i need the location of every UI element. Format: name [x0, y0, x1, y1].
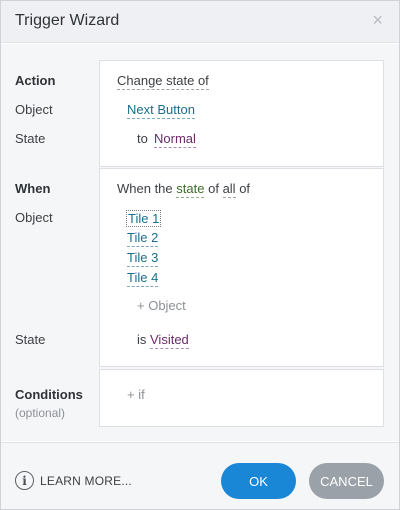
conditions-panel: + if	[99, 369, 384, 427]
action-state-value[interactable]: Normal	[154, 131, 196, 148]
when-quantifier[interactable]: all	[222, 181, 236, 198]
action-dropdown[interactable]: Change state of	[117, 73, 209, 90]
when-panel: When the state of all of Tile 1 Tile 2 T…	[99, 168, 384, 367]
when-middle: of	[208, 181, 219, 196]
action-object-link[interactable]: Next Button	[127, 102, 195, 119]
object-item-tile-3[interactable]: Tile 3	[127, 250, 159, 267]
learn-more-link[interactable]: i LEARN MORE...	[15, 471, 132, 490]
when-sentence: When the state of all of	[117, 181, 251, 198]
when-keyword-state[interactable]: state	[176, 181, 205, 198]
cancel-button[interactable]: CANCEL	[309, 463, 384, 499]
add-object-button[interactable]: + Object	[137, 298, 186, 313]
trigger-wizard-dialog: Trigger Wizard × Action Object State Whe…	[0, 0, 400, 510]
ok-button[interactable]: OK	[221, 463, 296, 499]
when-prefix: When the	[117, 181, 173, 196]
when-state-value[interactable]: Visited	[150, 332, 189, 349]
action-state-prefix: to	[137, 131, 148, 146]
info-icon: i	[15, 471, 34, 490]
conditions-optional-label: (optional)	[15, 406, 66, 420]
conditions-label: Conditions	[15, 387, 83, 402]
action-state-label: State	[15, 131, 46, 146]
close-icon[interactable]: ×	[372, 10, 383, 30]
when-state-label: State	[15, 332, 46, 347]
action-panel: Change state of Next Button to Normal	[99, 60, 384, 167]
learn-more-label: LEARN MORE...	[40, 473, 132, 488]
title-bar: Trigger Wizard ×	[1, 1, 399, 43]
object-item-tile-4[interactable]: Tile 4	[127, 270, 159, 287]
when-object-label: Object	[15, 210, 53, 225]
when-label: When	[15, 181, 51, 196]
action-object-label: Object	[15, 102, 53, 117]
when-suffix: of	[239, 181, 251, 196]
wizard-body: Action Object State When Object State Co…	[1, 44, 399, 441]
object-item-tile-1[interactable]: Tile 1	[126, 210, 162, 227]
action-label: Action	[15, 73, 56, 88]
object-item-tile-2[interactable]: Tile 2	[127, 230, 159, 247]
dialog-footer: i LEARN MORE... OK CANCEL	[1, 442, 399, 509]
dialog-title: Trigger Wizard	[15, 12, 120, 29]
add-if-button[interactable]: + if	[127, 387, 145, 402]
when-state-prefix: is	[137, 332, 147, 347]
